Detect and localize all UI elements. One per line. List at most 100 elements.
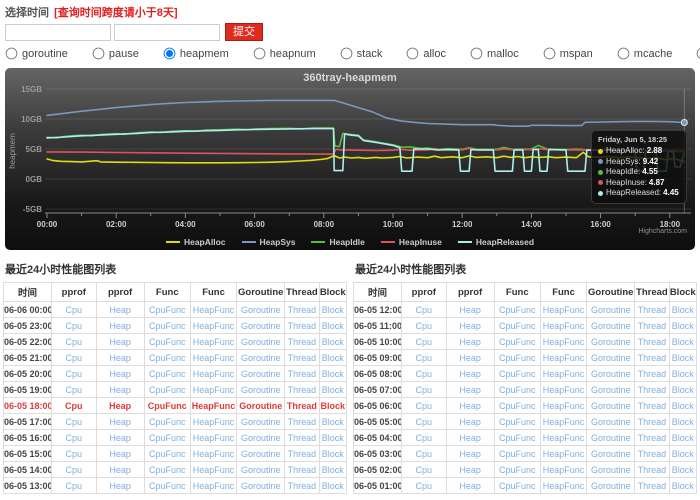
cpufunc-profile-link[interactable]: CpuFunc: [149, 481, 186, 491]
heapfunc-profile-link[interactable]: HeapFunc: [543, 465, 585, 475]
block-profile-link[interactable]: Block: [672, 465, 694, 475]
heapfunc-profile-link[interactable]: HeapFunc: [192, 401, 236, 411]
radio-mspan[interactable]: [543, 48, 555, 60]
cpu-profile-link[interactable]: Cpu: [416, 465, 433, 475]
block-profile-link[interactable]: Block: [322, 433, 344, 443]
heap-profile-link[interactable]: Heap: [459, 385, 481, 395]
block-profile-link[interactable]: Block: [672, 401, 694, 411]
thread-profile-link[interactable]: Thread: [288, 369, 317, 379]
cpu-profile-link[interactable]: Cpu: [66, 321, 83, 331]
thread-profile-link[interactable]: Thread: [288, 465, 317, 475]
cpu-profile-link[interactable]: Cpu: [66, 337, 83, 347]
goroutine-profile-link[interactable]: Goroutine: [241, 449, 281, 459]
heap-profile-link[interactable]: Heap: [109, 321, 131, 331]
radio-option-alloc[interactable]: alloc: [406, 47, 446, 60]
radio-option-pause[interactable]: pause: [92, 47, 139, 60]
cpufunc-profile-link[interactable]: CpuFunc: [149, 433, 186, 443]
heapfunc-profile-link[interactable]: HeapFunc: [543, 369, 585, 379]
cpufunc-profile-link[interactable]: CpuFunc: [149, 321, 186, 331]
cpufunc-profile-link[interactable]: CpuFunc: [149, 353, 186, 363]
cpu-profile-link[interactable]: Cpu: [66, 481, 83, 491]
heapfunc-profile-link[interactable]: HeapFunc: [193, 433, 235, 443]
cpu-profile-link[interactable]: Cpu: [416, 305, 433, 315]
goroutine-profile-link[interactable]: Goroutine: [591, 449, 631, 459]
goroutine-profile-link[interactable]: Goroutine: [591, 433, 631, 443]
block-profile-link[interactable]: Block: [672, 385, 694, 395]
cpu-profile-link[interactable]: Cpu: [65, 401, 83, 411]
heap-profile-link[interactable]: Heap: [459, 353, 481, 363]
heap-profile-link[interactable]: Heap: [459, 369, 481, 379]
cpufunc-profile-link[interactable]: CpuFunc: [499, 369, 536, 379]
heap-profile-link[interactable]: Heap: [109, 305, 131, 315]
thread-profile-link[interactable]: Thread: [288, 417, 317, 427]
thread-profile-link[interactable]: Thread: [288, 433, 317, 443]
series-line-heapidle[interactable]: [47, 128, 684, 152]
radio-option-heapnum[interactable]: heapnum: [253, 47, 316, 60]
cpu-profile-link[interactable]: Cpu: [416, 385, 433, 395]
thread-profile-link[interactable]: Thread: [287, 401, 317, 411]
radio-option-goroutine[interactable]: goroutine: [5, 47, 68, 60]
thread-profile-link[interactable]: Thread: [638, 465, 667, 475]
heap-profile-link[interactable]: Heap: [109, 433, 131, 443]
heap-profile-link[interactable]: Heap: [459, 449, 481, 459]
heap-profile-link[interactable]: Heap: [109, 417, 131, 427]
goroutine-profile-link[interactable]: Goroutine: [241, 321, 281, 331]
heapfunc-profile-link[interactable]: HeapFunc: [193, 353, 235, 363]
cpu-profile-link[interactable]: Cpu: [66, 385, 83, 395]
thread-profile-link[interactable]: Thread: [638, 401, 667, 411]
radio-option-malloc[interactable]: malloc: [470, 47, 519, 60]
cpu-profile-link[interactable]: Cpu: [416, 417, 433, 427]
block-profile-link[interactable]: Block: [672, 337, 694, 347]
thread-profile-link[interactable]: Thread: [288, 321, 317, 331]
heapfunc-profile-link[interactable]: HeapFunc: [543, 481, 585, 491]
thread-profile-link[interactable]: Thread: [638, 353, 667, 363]
heap-profile-link[interactable]: Heap: [459, 465, 481, 475]
heap-profile-link[interactable]: Heap: [109, 385, 131, 395]
legend-item-heapinuse[interactable]: HeapInuse: [381, 237, 442, 247]
cpufunc-profile-link[interactable]: CpuFunc: [149, 449, 186, 459]
goroutine-profile-link[interactable]: Goroutine: [591, 305, 631, 315]
heapfunc-profile-link[interactable]: HeapFunc: [193, 385, 235, 395]
thread-profile-link[interactable]: Thread: [638, 369, 667, 379]
goroutine-profile-link[interactable]: Goroutine: [591, 465, 631, 475]
legend-item-heapsys[interactable]: HeapSys: [242, 237, 296, 247]
heapfunc-profile-link[interactable]: HeapFunc: [543, 305, 585, 315]
heapfunc-profile-link[interactable]: HeapFunc: [193, 417, 235, 427]
goroutine-profile-link[interactable]: Goroutine: [239, 401, 282, 411]
heap-profile-link[interactable]: Heap: [459, 433, 481, 443]
radio-malloc[interactable]: [471, 48, 483, 60]
cpufunc-profile-link[interactable]: CpuFunc: [149, 385, 186, 395]
thread-profile-link[interactable]: Thread: [638, 417, 667, 427]
heapfunc-profile-link[interactable]: HeapFunc: [543, 385, 585, 395]
radio-alloc[interactable]: [407, 48, 419, 60]
cpu-profile-link[interactable]: Cpu: [66, 417, 83, 427]
heap-profile-link[interactable]: Heap: [109, 337, 131, 347]
radio-goroutine[interactable]: [6, 48, 18, 60]
block-profile-link[interactable]: Block: [672, 321, 694, 331]
goroutine-profile-link[interactable]: Goroutine: [241, 385, 281, 395]
cpufunc-profile-link[interactable]: CpuFunc: [149, 305, 186, 315]
goroutine-profile-link[interactable]: Goroutine: [591, 369, 631, 379]
goroutine-profile-link[interactable]: Goroutine: [241, 305, 281, 315]
goroutine-profile-link[interactable]: Goroutine: [591, 337, 631, 347]
series-line-heapsys[interactable]: [47, 100, 684, 126]
radio-option-heapmem[interactable]: heapmem: [163, 47, 229, 60]
cpufunc-profile-link[interactable]: CpuFunc: [149, 369, 186, 379]
radio-option-stack[interactable]: stack: [340, 47, 383, 60]
cpu-profile-link[interactable]: Cpu: [416, 449, 433, 459]
cpufunc-profile-link[interactable]: CpuFunc: [499, 385, 536, 395]
block-profile-link[interactable]: Block: [322, 449, 344, 459]
block-profile-link[interactable]: Block: [321, 401, 346, 411]
goroutine-profile-link[interactable]: Goroutine: [241, 481, 281, 491]
goroutine-profile-link[interactable]: Goroutine: [591, 401, 631, 411]
cpufunc-profile-link[interactable]: CpuFunc: [499, 321, 536, 331]
block-profile-link[interactable]: Block: [672, 353, 694, 363]
cpufunc-profile-link[interactable]: CpuFunc: [148, 401, 187, 411]
block-profile-link[interactable]: Block: [322, 305, 344, 315]
heapfunc-profile-link[interactable]: HeapFunc: [193, 481, 235, 491]
radio-mcache[interactable]: [617, 48, 629, 60]
legend-item-heapalloc[interactable]: HeapAlloc: [166, 237, 226, 247]
goroutine-profile-link[interactable]: Goroutine: [591, 385, 631, 395]
goroutine-profile-link[interactable]: Goroutine: [241, 465, 281, 475]
submit-button[interactable]: 提交: [225, 23, 263, 41]
